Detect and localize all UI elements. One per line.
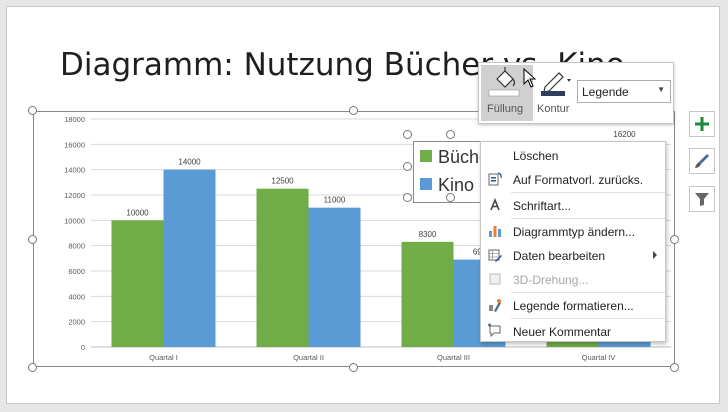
ctx-label-3d-rotation: 3D-Drehung... bbox=[513, 273, 589, 287]
legend-handle-ml[interactable] bbox=[403, 162, 412, 171]
rotate-3d-icon bbox=[489, 273, 501, 285]
chart-handle-ml[interactable] bbox=[28, 235, 37, 244]
y-tick-label: 18000 bbox=[64, 115, 85, 124]
chart-element-select[interactable]: Legende ▼ bbox=[577, 80, 671, 103]
y-tick-label: 12000 bbox=[64, 191, 85, 200]
y-tick-label: 4000 bbox=[68, 292, 85, 301]
chart-element-select-value: Legende bbox=[582, 85, 629, 99]
y-tick-label: 16000 bbox=[64, 140, 85, 149]
pen-icon bbox=[541, 72, 571, 96]
format-legend-icon bbox=[489, 299, 501, 312]
chart-styles-button[interactable] bbox=[689, 148, 715, 174]
ctx-label-change-chart-type: Diagrammtyp ändern... bbox=[513, 225, 636, 239]
bar-buecher[interactable] bbox=[256, 188, 309, 347]
chart-handle-bm[interactable] bbox=[349, 363, 358, 372]
data-label: 16200 bbox=[613, 130, 636, 139]
filter-icon bbox=[695, 193, 709, 206]
mouse-pointer-icon bbox=[523, 68, 537, 88]
x-tick-label: Quartal IV bbox=[582, 353, 616, 362]
data-label: 12500 bbox=[271, 177, 294, 186]
brush-icon bbox=[695, 154, 709, 168]
fill-label: Füllung bbox=[487, 103, 524, 115]
legend-label-kino: Kino bbox=[438, 175, 475, 195]
legend-handle-bl[interactable] bbox=[403, 193, 412, 202]
y-tick-label: 2000 bbox=[68, 318, 85, 327]
data-label: 14000 bbox=[178, 158, 201, 167]
bar-buecher[interactable] bbox=[401, 241, 454, 347]
legend-swatch-kino bbox=[420, 178, 432, 190]
plus-icon bbox=[695, 117, 709, 131]
ctx-item-3d-rotation: 3D-Drehung... bbox=[481, 267, 665, 291]
comment-icon bbox=[488, 323, 501, 338]
ctx-item-change-chart-type[interactable]: Diagrammtyp ändern... bbox=[481, 219, 665, 243]
legend-handle-tl[interactable] bbox=[403, 130, 412, 139]
x-tick-label: Quartal II bbox=[293, 353, 324, 362]
chart-type-icon bbox=[489, 226, 501, 237]
format-mini-toolbar: Füllung Kontur Legende ▼ bbox=[478, 62, 674, 124]
outline-button[interactable]: Kontur bbox=[535, 65, 575, 121]
context-menu: Löschen Auf Formatvorl. zurücks. Schrift… bbox=[480, 141, 666, 342]
legend-handle-tm[interactable] bbox=[446, 130, 455, 139]
y-tick-label: 6000 bbox=[68, 267, 85, 276]
bar-buecher[interactable] bbox=[111, 220, 164, 347]
ctx-item-new-comment[interactable]: Neuer Kommentar bbox=[481, 319, 665, 343]
data-label: 8300 bbox=[419, 230, 437, 239]
bar-kino[interactable] bbox=[163, 169, 216, 347]
y-tick-label: 8000 bbox=[68, 242, 85, 251]
chart-handle-tl[interactable] bbox=[28, 106, 37, 115]
x-tick-label: Quartal III bbox=[437, 353, 470, 362]
legend-item-buecher[interactable]: Büche bbox=[420, 147, 489, 169]
reset-format-icon bbox=[488, 172, 502, 186]
chart-elements-button[interactable] bbox=[689, 111, 715, 137]
font-icon bbox=[490, 197, 500, 211]
chart-filters-button[interactable] bbox=[689, 186, 715, 212]
data-label: 11000 bbox=[324, 196, 346, 205]
data-label: 10000 bbox=[126, 208, 149, 217]
ctx-item-reset-format[interactable]: Auf Formatvorl. zurücks. bbox=[481, 167, 665, 191]
chart-handle-bl[interactable] bbox=[28, 363, 37, 372]
edit-data-icon bbox=[488, 249, 502, 262]
y-tick-label: 14000 bbox=[64, 166, 85, 175]
legend-handle-bm[interactable] bbox=[446, 193, 455, 202]
ctx-label-new-comment: Neuer Kommentar bbox=[513, 325, 612, 339]
submenu-arrow-icon bbox=[653, 251, 657, 259]
x-tick-label: Quartal I bbox=[149, 353, 178, 362]
ctx-item-format-legend[interactable]: Legende formatieren... bbox=[481, 293, 665, 317]
legend-swatch-buecher bbox=[420, 150, 432, 162]
ctx-label-delete: Löschen bbox=[513, 149, 559, 163]
ctx-label-reset-format: Auf Formatvorl. zurücks. bbox=[513, 173, 644, 187]
y-tick-label: 0 bbox=[81, 343, 85, 352]
ctx-label-format-legend: Legende formatieren... bbox=[513, 299, 634, 313]
y-tick-label: 10000 bbox=[64, 216, 85, 225]
ctx-label-edit-data: Daten bearbeiten bbox=[513, 249, 606, 263]
ctx-item-font[interactable]: Schriftart... bbox=[481, 193, 665, 217]
chart-handle-tm[interactable] bbox=[349, 106, 358, 115]
ctx-label-font: Schriftart... bbox=[513, 199, 572, 213]
outline-label: Kontur bbox=[537, 103, 570, 115]
bar-kino[interactable] bbox=[308, 207, 361, 347]
chart-handle-br[interactable] bbox=[670, 363, 679, 372]
chart-handle-mr[interactable] bbox=[670, 235, 679, 244]
ctx-item-edit-data[interactable]: Daten bearbeiten bbox=[481, 243, 665, 267]
ctx-item-delete[interactable]: Löschen bbox=[481, 143, 665, 167]
chevron-down-icon: ▼ bbox=[657, 85, 665, 94]
